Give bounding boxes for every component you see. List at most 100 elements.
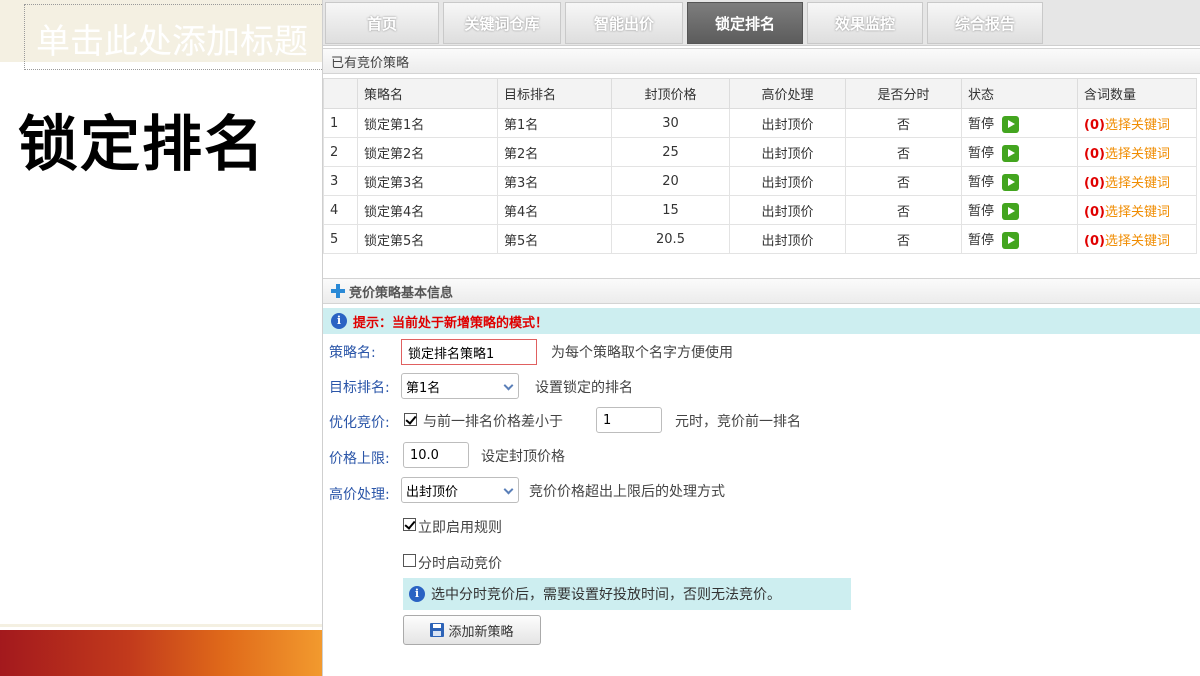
select-keywords-link[interactable]: 选择关键词	[1105, 118, 1170, 133]
high-price-select[interactable]: 出封顶价	[401, 477, 519, 503]
row-status: 暂停	[968, 233, 995, 248]
tab-effect-monitor[interactable]: 效果监控	[807, 2, 923, 44]
high-price-value: 出封顶价	[406, 484, 459, 500]
keyword-count: (0)	[1084, 204, 1105, 220]
keyword-count: (0)	[1084, 175, 1105, 191]
mode-tip-bar: i 提示：当前处于新增策略的模式！	[323, 308, 1200, 334]
add-strategy-button[interactable]: 添加新策略	[403, 615, 541, 645]
target-rank-select[interactable]: 第1名	[401, 373, 519, 399]
price-cap-label: 价格上限:	[329, 451, 390, 467]
select-keywords-link[interactable]: 选择关键词	[1105, 147, 1170, 162]
keyword-count: (0)	[1084, 146, 1105, 162]
row-keyword-cell: (0)选择关键词	[1077, 108, 1197, 138]
row-cap-price: 30	[611, 108, 730, 138]
slide-title-placeholder[interactable]: 单击此处添加标题	[36, 14, 322, 63]
optimize-bid-label: 优化竞价:	[329, 415, 390, 431]
table-row[interactable]: 1 锁定第1名 第1名 30 出封顶价否暂停 (0)选择关键词	[323, 108, 1197, 138]
play-icon[interactable]	[1002, 203, 1020, 220]
table-row[interactable]: 3 锁定第3名 第3名 20 出封顶价否暂停 (0)选择关键词	[323, 166, 1197, 196]
keyword-count: (0)	[1084, 233, 1105, 249]
high-price-label: 高价处理:	[329, 487, 390, 503]
strategy-name-input[interactable]	[401, 339, 537, 365]
price-diff-input[interactable]	[596, 407, 662, 433]
tab-lock-rank[interactable]: 锁定排名	[687, 2, 803, 44]
info-icon: i	[409, 586, 425, 602]
tab-keyword-store[interactable]: 关键词仓库	[443, 2, 561, 44]
play-icon[interactable]	[1002, 145, 1020, 162]
row-status-cell: 暂停	[961, 195, 1078, 225]
row-target-rank: 第3名	[497, 166, 612, 196]
row-high-handling: 出封顶价	[729, 108, 846, 138]
row-timed: 否	[845, 195, 962, 225]
row-status: 暂停	[968, 204, 995, 219]
row-timed: 否	[845, 166, 962, 196]
high-price-hint: 竞价价格超出上限后的处理方式	[529, 484, 725, 500]
row-index: 3	[323, 166, 358, 196]
table-row[interactable]: 2 锁定第2名 第2名 25 出封顶价否暂停 (0)选择关键词	[323, 137, 1197, 167]
row-index: 2	[323, 137, 358, 167]
row-target-rank: 第2名	[497, 137, 612, 167]
row-cap-price: 20	[611, 166, 730, 196]
timed-bidding-label: 分时启动竞价	[418, 556, 502, 572]
slide-footer-band	[0, 624, 322, 676]
col-cap: 封顶价格	[611, 78, 730, 109]
strategy-name-hint: 为每个策略取个名字方便使用	[551, 345, 733, 361]
footer-divider	[0, 624, 322, 627]
row-cap-price: 25	[611, 137, 730, 167]
select-keywords-link[interactable]: 选择关键词	[1105, 205, 1170, 220]
play-icon[interactable]	[1002, 116, 1020, 133]
tab-home[interactable]: 首页	[325, 2, 439, 44]
row-cap-price: 15	[611, 195, 730, 225]
play-icon[interactable]	[1002, 232, 1020, 249]
row-status-cell: 暂停	[961, 224, 1078, 254]
target-rank-hint: 设置锁定的排名	[535, 380, 633, 396]
enable-now-checkbox[interactable]	[403, 518, 416, 531]
row-status-cell: 暂停	[961, 166, 1078, 196]
table-row[interactable]: 4 锁定第4名 第4名 15 出封顶价否暂停 (0)选择关键词	[323, 195, 1197, 225]
section-title: 竞价策略基本信息	[349, 285, 454, 301]
plus-icon	[331, 284, 345, 298]
price-cap-hint: 设定封顶价格	[481, 449, 565, 465]
slide-heading: 锁定排名	[18, 110, 266, 180]
col-high: 高价处理	[729, 78, 846, 109]
select-keywords-link[interactable]: 选择关键词	[1105, 176, 1170, 191]
row-strategy-name: 锁定第1名	[357, 108, 498, 138]
col-name: 策略名	[357, 78, 498, 109]
row-timed: 否	[845, 108, 962, 138]
table-row[interactable]: 5 锁定第5名 第5名 20.5 出封顶价否暂停 (0)选择关键词	[323, 224, 1197, 254]
row-keyword-cell: (0)选择关键词	[1077, 195, 1197, 225]
info-icon: i	[331, 313, 347, 329]
add-strategy-label: 添加新策略	[448, 624, 514, 640]
optimize-bid-text: 与前一排名价格差小于	[423, 414, 563, 430]
tab-smart-bid[interactable]: 智能出价	[565, 2, 683, 44]
timed-note-bar: i 选中分时竞价后，需要设置好投放时间，否则无法竞价。	[403, 578, 851, 610]
row-index: 1	[323, 108, 358, 138]
timed-bidding-checkbox[interactable]	[403, 554, 416, 567]
col-status: 状态	[961, 78, 1078, 109]
row-timed: 否	[845, 224, 962, 254]
select-keywords-link[interactable]: 选择关键词	[1105, 234, 1170, 249]
timed-note-text: 选中分时竞价后，需要设置好投放时间，否则无法竞价。	[431, 587, 781, 603]
col-count: 含词数量	[1077, 78, 1197, 109]
target-rank-label: 目标排名:	[329, 380, 390, 396]
table-header-row: 策略名 目标排名 封顶价格 高价处理 是否分时 状态 含词数量	[323, 78, 1197, 109]
optimize-bid-checkbox[interactable]	[404, 413, 417, 426]
row-strategy-name: 锁定第3名	[357, 166, 498, 196]
row-cap-price: 20.5	[611, 224, 730, 254]
row-index: 4	[323, 195, 358, 225]
existing-strategies-header: 已有竞价策略	[323, 48, 1200, 74]
row-high-handling: 出封顶价	[729, 224, 846, 254]
col-target: 目标排名	[497, 78, 612, 109]
row-status-cell: 暂停	[961, 108, 1078, 138]
mode-tip-text: 提示：当前处于新增策略的模式！	[353, 315, 549, 331]
price-cap-input[interactable]	[403, 442, 469, 468]
row-status: 暂停	[968, 146, 995, 161]
chevron-down-icon	[503, 484, 514, 495]
col-index	[323, 78, 358, 109]
play-icon[interactable]	[1002, 174, 1020, 191]
row-timed: 否	[845, 137, 962, 167]
tab-report[interactable]: 综合报告	[927, 2, 1043, 44]
strategy-table: 策略名 目标排名 封顶价格 高价处理 是否分时 状态 含词数量 1 锁定第1名 第1…	[323, 78, 1197, 254]
save-icon	[430, 623, 445, 637]
row-high-handling: 出封顶价	[729, 137, 846, 167]
